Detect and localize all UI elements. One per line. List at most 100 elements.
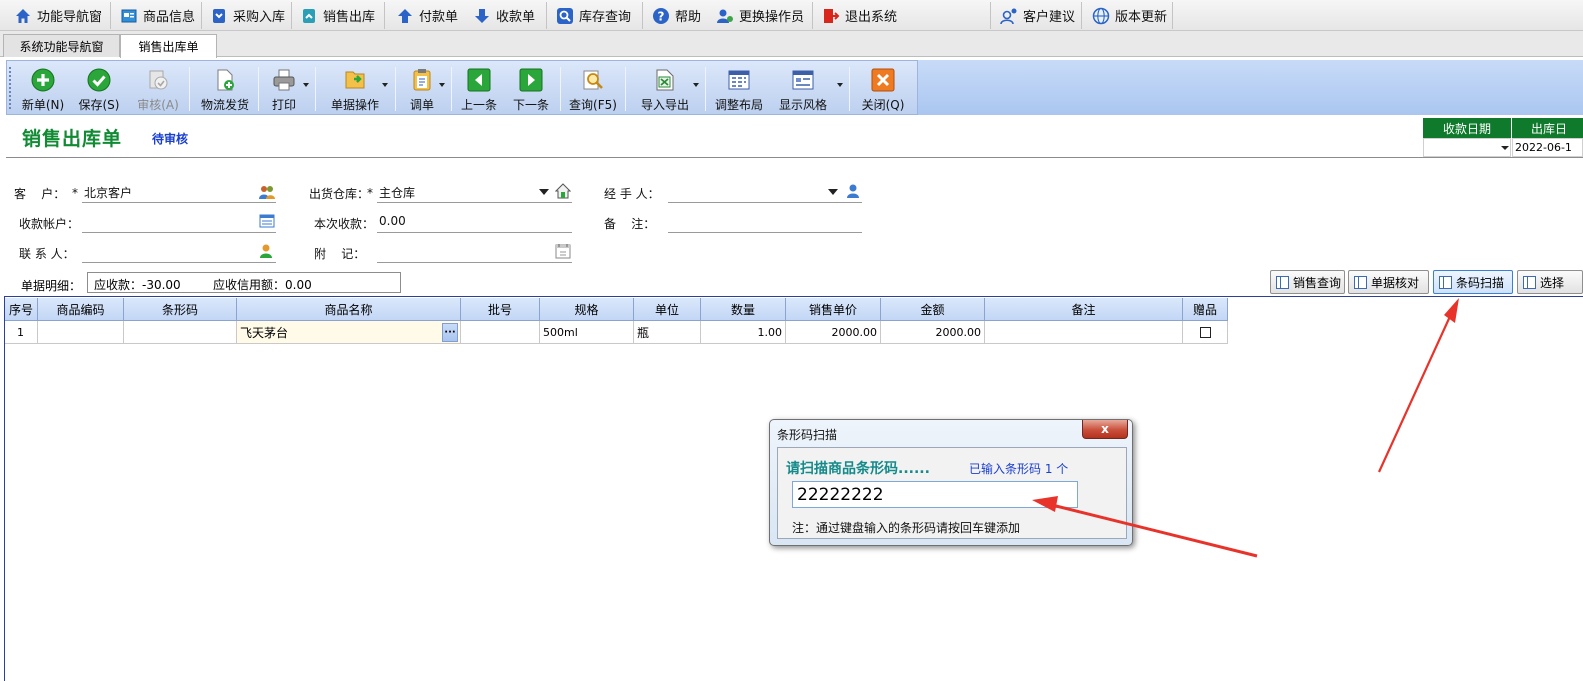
payment-field[interactable]: 0.00 bbox=[379, 214, 406, 228]
column-header-remark[interactable]: 备注 bbox=[985, 298, 1183, 321]
import-export-dropdown-arrow[interactable] bbox=[693, 83, 699, 87]
table-cell-gift[interactable] bbox=[1183, 321, 1228, 344]
remark-label: 备 注： bbox=[604, 217, 656, 231]
import-export-button[interactable]: 导入导出 bbox=[629, 61, 701, 116]
layout-button[interactable]: 调整布局 bbox=[709, 61, 769, 116]
tab-sales-outbound[interactable]: 销售出库单 bbox=[120, 34, 217, 58]
table-cell-remark[interactable] bbox=[985, 321, 1183, 344]
contact-underline bbox=[82, 262, 276, 263]
close-button[interactable]: 关闭(Q) bbox=[853, 61, 913, 116]
menu-payment[interactable]: 付款单 bbox=[386, 0, 458, 31]
audit-button[interactable]: 审核(A) bbox=[129, 61, 187, 116]
column-header-code[interactable]: 商品编码 bbox=[38, 298, 124, 321]
sales-query-button[interactable]: 销售查询 bbox=[1270, 270, 1345, 294]
tab-system-navigation[interactable]: 系统功能导航窗 bbox=[3, 34, 120, 57]
customer-field[interactable]: 北京客户 bbox=[84, 184, 132, 201]
toolbar-separator bbox=[560, 67, 561, 111]
contact-picker-icon[interactable] bbox=[259, 243, 275, 259]
chevron-down-icon[interactable] bbox=[828, 189, 838, 195]
account-list-icon[interactable] bbox=[259, 213, 275, 229]
document-ops-button[interactable]: 单据操作 bbox=[319, 61, 391, 116]
handler-user-icon[interactable] bbox=[845, 183, 861, 199]
print-button[interactable]: 打印 bbox=[261, 61, 307, 116]
table-cell-batch[interactable] bbox=[461, 321, 540, 344]
chevron-down-icon[interactable] bbox=[539, 189, 549, 195]
menu-product-info[interactable]: 商品信息 bbox=[110, 0, 195, 31]
product-picker-button[interactable]: ··· bbox=[442, 323, 458, 342]
new-button[interactable]: 新单(N) bbox=[15, 61, 71, 116]
customer-picker-icon[interactable] bbox=[259, 184, 275, 200]
shipping-button[interactable]: 物流发货 bbox=[193, 61, 257, 116]
table-cell-qty[interactable]: 1.00 bbox=[701, 321, 786, 344]
chevron-down-icon[interactable] bbox=[1501, 146, 1509, 150]
tab-label: 销售出库单 bbox=[138, 40, 199, 54]
column-header-no[interactable]: 序号 bbox=[5, 298, 38, 321]
column-header-unit[interactable]: 单位 bbox=[634, 298, 701, 321]
table-cell-no[interactable]: 1 bbox=[5, 321, 38, 344]
purchase-in-icon bbox=[210, 7, 228, 25]
column-header-name[interactable]: 商品名称 bbox=[237, 298, 461, 321]
table-cell-spec[interactable]: 500ml bbox=[540, 321, 634, 344]
gift-checkbox[interactable] bbox=[1199, 326, 1211, 338]
table-cell-code[interactable] bbox=[38, 321, 124, 344]
menu-receipt[interactable]: 收款单 bbox=[463, 0, 535, 31]
barcode-scan-button[interactable]: 条码扫描 bbox=[1433, 270, 1513, 294]
barcode-scan-dialog: 条形码扫描 x 请扫描商品条形码...... 已输入条形码 1 个 注：通过键盘… bbox=[769, 419, 1133, 546]
menu-feedback[interactable]: 客户建议 bbox=[990, 0, 1075, 31]
save-button[interactable]: 保存(S) bbox=[71, 61, 127, 116]
warehouse-underline bbox=[377, 202, 572, 203]
menu-home[interactable]: 功能导航窗 bbox=[4, 0, 102, 31]
menu-update[interactable]: 版本更新 bbox=[1082, 0, 1167, 31]
menu-switch-user[interactable]: 更换操作员 bbox=[706, 0, 804, 31]
column-header-amount[interactable]: 金额 bbox=[881, 298, 985, 321]
load-document-button[interactable]: 调单 bbox=[399, 61, 445, 116]
outbound-date-field[interactable]: 2022-06-1 bbox=[1512, 138, 1583, 157]
barcode-input[interactable] bbox=[792, 481, 1078, 508]
print-dropdown-arrow[interactable] bbox=[303, 83, 309, 87]
column-header-batch[interactable]: 批号 bbox=[461, 298, 540, 321]
scan-prompt: 请扫描商品条形码...... bbox=[786, 461, 930, 477]
menu-sales-out[interactable]: 销售出库 bbox=[290, 0, 375, 31]
receipt-date-header: 收款日期 bbox=[1423, 118, 1511, 138]
dialog-close-button[interactable]: x bbox=[1082, 420, 1128, 439]
document-check-button[interactable]: 单据核对 bbox=[1348, 270, 1429, 294]
display-style-dropdown-arrow[interactable] bbox=[837, 83, 843, 87]
toolbar-grip[interactable] bbox=[9, 67, 11, 109]
previous-button[interactable]: 上一条 bbox=[454, 61, 504, 116]
column-header-price[interactable]: 销售单价 bbox=[786, 298, 881, 321]
select-button[interactable]: 选择 bbox=[1517, 270, 1583, 294]
switch-user-icon bbox=[716, 7, 734, 25]
query-button[interactable]: 查询(F5) bbox=[563, 61, 623, 116]
column-header-barcode[interactable]: 条形码 bbox=[124, 298, 237, 321]
table-cell-unit[interactable]: 瓶 bbox=[634, 321, 701, 344]
menu-help[interactable]: ? 帮助 bbox=[642, 0, 701, 31]
toolbar-separator bbox=[451, 67, 452, 111]
table-cell-name[interactable]: 飞天茅台 bbox=[237, 321, 461, 344]
column-header-spec[interactable]: 规格 bbox=[540, 298, 634, 321]
table-cell-price[interactable]: 2000.00 bbox=[786, 321, 881, 344]
menu-inventory-search[interactable]: 库存查询 bbox=[546, 0, 631, 31]
menu-purchase-in[interactable]: 采购入库 bbox=[200, 0, 285, 31]
payment-underline bbox=[377, 232, 572, 233]
warehouse-label: 出货仓库： bbox=[309, 187, 370, 201]
note-label: 附 记： bbox=[314, 247, 366, 261]
table-cell-amount[interactable]: 2000.00 bbox=[881, 321, 985, 344]
warehouse-home-icon[interactable] bbox=[554, 183, 572, 199]
menu-exit[interactable]: 退出系统 bbox=[812, 0, 897, 31]
toolbar-separator bbox=[625, 67, 626, 111]
document-ops-dropdown-arrow[interactable] bbox=[382, 83, 388, 87]
load-document-dropdown-arrow[interactable] bbox=[439, 83, 445, 87]
next-button[interactable]: 下一条 bbox=[506, 61, 556, 116]
print-button-label: 打印 bbox=[271, 98, 296, 112]
receipt-date-field[interactable] bbox=[1423, 138, 1511, 157]
svg-text:?: ? bbox=[658, 9, 665, 23]
display-style-button[interactable]: 显示风格 bbox=[771, 61, 835, 116]
table-cell-barcode[interactable] bbox=[124, 321, 237, 344]
column-header-gift[interactable]: 赠品 bbox=[1183, 298, 1228, 321]
calendar-icon[interactable] bbox=[555, 243, 571, 259]
column-header-qty[interactable]: 数量 bbox=[701, 298, 786, 321]
sales-outbound-window: 功能导航窗 商品信息 采购入库 销售出库 付款单 收款单 库存查询 ? 帮助 更… bbox=[0, 0, 1583, 681]
audit-icon bbox=[146, 68, 170, 92]
warehouse-select[interactable]: 主仓库 bbox=[379, 184, 415, 201]
payment-icon bbox=[396, 7, 414, 25]
